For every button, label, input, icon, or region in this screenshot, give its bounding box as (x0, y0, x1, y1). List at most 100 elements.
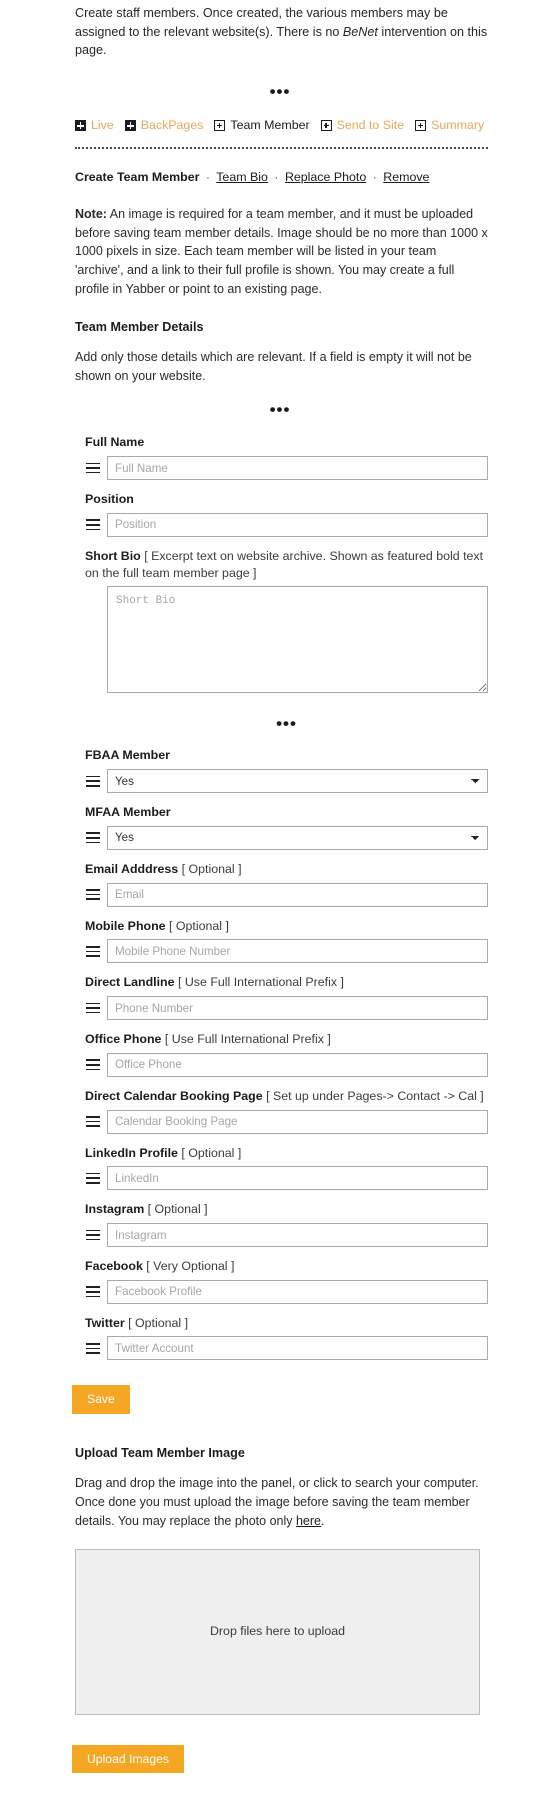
drag-handle-icon[interactable] (85, 996, 107, 1020)
drag-handle-icon[interactable] (85, 769, 107, 793)
team-member-form-page: Create staff members. Once created, the … (0, 0, 560, 1803)
field-label: LinkedIn Profile [ Optional ] (85, 1145, 488, 1162)
tab-backpages[interactable]: BackPages (124, 117, 204, 135)
facebook-input[interactable] (107, 1279, 488, 1304)
instagram-input[interactable] (107, 1223, 488, 1248)
fbaa-member-select[interactable]: Yes No (107, 769, 488, 794)
breadcrumb: Create Team Member · Team Bio · Replace … (0, 149, 560, 187)
input-row (85, 882, 488, 907)
dropzone-label: Drop files here to upload (209, 1623, 345, 1638)
full-name-input[interactable] (107, 456, 488, 481)
save-button[interactable]: Save (72, 1385, 130, 1415)
field-label-hint: [ Use Full International Prefix ] (174, 975, 344, 990)
tab-label: BackPages (140, 117, 204, 132)
textarea-row (85, 586, 488, 698)
field-label-text: Office Phone (85, 1032, 162, 1047)
save-button-container: Save (0, 1360, 560, 1415)
field-label-hint: [ Optional ] (124, 1315, 189, 1330)
breadcrumb-link-remove[interactable]: Remove (383, 170, 429, 184)
tab-label: Live (91, 117, 114, 132)
field-label: Direct Landline [ Use Full International… (85, 974, 488, 991)
field-email-address: Email Adddress [ Optional ] (85, 861, 488, 907)
drag-handle-icon[interactable] (85, 1223, 107, 1247)
input-row (85, 512, 488, 537)
field-label-text: Short Bio (85, 548, 141, 563)
field-label: Instagram [ Optional ] (85, 1201, 488, 1218)
intro-paragraph: Create staff members. Once created, the … (0, 0, 560, 60)
field-label: Email Adddress [ Optional ] (85, 861, 488, 878)
tab-live[interactable]: Live (75, 117, 114, 135)
note-body: An image is required for a team member, … (75, 206, 488, 296)
input-row: Yes No (85, 769, 488, 794)
dot-separator-details: ••• (269, 400, 291, 420)
drag-handle-icon[interactable] (85, 1053, 107, 1077)
field-label-text: Direct Landline (85, 975, 175, 990)
calendar-booking-input[interactable] (107, 1109, 488, 1134)
drag-handle-icon[interactable] (85, 1336, 107, 1360)
mobile-phone-input[interactable] (107, 939, 488, 964)
field-label-hint: [ Very Optional ] (142, 1259, 235, 1274)
input-row (85, 1279, 488, 1304)
upload-images-button[interactable]: Upload Images (72, 1744, 184, 1774)
drag-handle-icon[interactable] (85, 513, 107, 537)
field-label-text: MFAA Member (85, 805, 171, 820)
intro-emphasis: BeNet (342, 24, 378, 39)
plus-box-outline-icon (320, 120, 332, 132)
file-dropzone[interactable]: Drop files here to upload (75, 1548, 480, 1715)
tab-label: Send to Site (336, 117, 405, 132)
tab-summary[interactable]: Summary (415, 117, 484, 135)
field-label: MFAA Member (85, 804, 488, 821)
plus-box-filled-icon (75, 120, 86, 132)
tab-send-to-site[interactable]: Send to Site (320, 117, 405, 135)
field-label-text: Position (85, 492, 134, 507)
field-label: Office Phone [ Use Full International Pr… (85, 1031, 488, 1048)
position-input[interactable] (107, 512, 488, 537)
breadcrumb-separator: · (274, 169, 279, 184)
field-fbaa-member: FBAA Member Yes No (85, 747, 488, 794)
breadcrumb-link-team-bio[interactable]: Team Bio (216, 170, 268, 184)
breadcrumb-link-replace-photo[interactable]: Replace Photo (285, 170, 366, 184)
field-label-text: Email Adddress (85, 861, 179, 876)
field-label-hint: [ Set up under Pages-> Contact -> Cal ] (262, 1088, 484, 1103)
field-label: Twitter [ Optional ] (85, 1315, 488, 1332)
tab-bar: Live BackPages Team Member Send to Site … (0, 100, 560, 135)
dot-separator-bio: ••• (276, 714, 297, 734)
linkedin-input[interactable] (107, 1166, 488, 1191)
field-linkedin-profile: LinkedIn Profile [ Optional ] (85, 1145, 488, 1191)
twitter-input[interactable] (107, 1336, 488, 1361)
field-label: Short Bio [ Excerpt text on website arch… (85, 548, 488, 581)
replace-photo-link[interactable]: here (296, 1514, 321, 1528)
plus-box-outline-icon (415, 120, 427, 132)
note-paragraph: Note: An image is required for a team me… (0, 187, 560, 299)
input-row (85, 456, 488, 481)
direct-landline-input[interactable] (107, 996, 488, 1021)
field-label-text: Twitter (85, 1315, 125, 1330)
drag-handle-icon[interactable] (85, 826, 107, 850)
drag-handle-icon[interactable] (85, 456, 107, 480)
section-heading-team-member-details: Team Member Details (75, 319, 204, 334)
input-row (85, 1109, 488, 1134)
tab-label: Team Member (230, 117, 310, 132)
mfaa-member-select[interactable]: Yes No (107, 825, 488, 850)
office-phone-input[interactable] (107, 1052, 488, 1077)
input-row (85, 1223, 488, 1248)
field-label-text: Full Name (85, 435, 145, 450)
drag-handle-icon[interactable] (85, 883, 107, 907)
breadcrumb-separator: · (372, 169, 377, 184)
email-input[interactable] (107, 882, 488, 907)
upload-desc-b: . (321, 1513, 325, 1528)
upload-desc-a: Drag and drop the image into the panel, … (75, 1476, 479, 1528)
field-label-text: Direct Calendar Booking Page (85, 1088, 263, 1103)
input-row (85, 1052, 488, 1077)
plus-box-outline-icon (214, 120, 226, 132)
input-row (85, 996, 488, 1021)
drag-handle-icon[interactable] (85, 1166, 107, 1190)
tab-team-member[interactable]: Team Member (214, 117, 310, 135)
team-member-form: Full Name Position Short Bio [ Excerpt t… (0, 434, 560, 1361)
short-bio-textarea[interactable] (107, 586, 488, 694)
drag-handle-icon[interactable] (85, 1110, 107, 1134)
field-label-hint: [ Optional ] (178, 861, 242, 876)
drag-handle-icon[interactable] (85, 1280, 107, 1304)
section-description: Add only those details which are relevan… (75, 349, 472, 383)
drag-handle-icon[interactable] (85, 939, 107, 963)
